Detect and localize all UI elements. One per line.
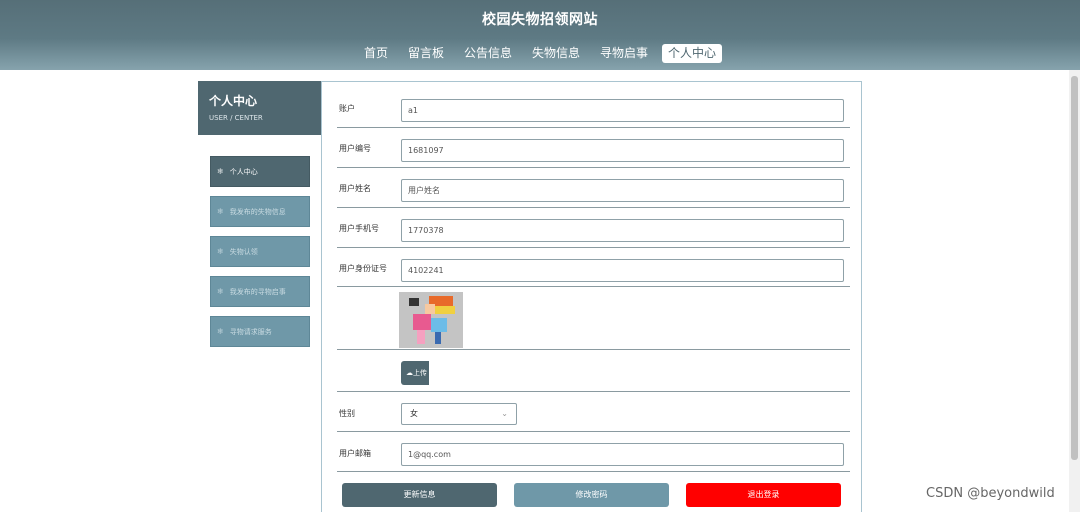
id-card-label: 用户身份证号 [339,264,387,273]
row-divider [337,391,850,392]
sidebar-header: 个人中心 USER / CENTER [198,81,322,135]
sidebar-item-my-lost-items[interactable]: ❄ 我发布的失物信息 [210,196,310,227]
row-divider [337,167,850,168]
row-divider [337,471,850,472]
user-no-label: 用户编号 [339,144,371,153]
nav-item-lost-items[interactable]: 失物信息 [526,44,586,63]
upload-button[interactable]: ☁上传 [401,361,429,385]
nav-item-personal-center[interactable]: 个人中心 [662,44,723,63]
sidebar-title: 个人中心 [209,94,258,108]
scrollbar-thumb[interactable] [1071,76,1078,460]
update-button[interactable]: 更新信息 [342,483,497,507]
snowflake-icon: ❄ [217,327,224,336]
gender-label: 性别 [339,409,355,418]
snowflake-icon: ❄ [217,287,224,296]
main-nav: 首页 留言板 公告信息 失物信息 寻物启事 个人中心 [0,44,1080,63]
snowflake-icon: ❄ [217,247,224,256]
snowflake-icon: ❄ [217,207,224,216]
gender-value: 女 [410,409,418,418]
sidebar-item-label: 我发布的寻物启事 [229,287,286,296]
row-divider [337,349,850,350]
snowflake-icon: ❄ [217,167,224,176]
id-card-input[interactable]: 4102241 [401,259,844,282]
sidebar-item-claims[interactable]: ❄ 失物认领 [210,236,310,267]
sidebar-item-my-search-notices[interactable]: ❄ 我发布的寻物启事 [210,276,310,307]
avatar-image [399,292,463,348]
email-label: 用户邮箱 [339,449,371,458]
gender-select[interactable]: 女 ⌄ [401,403,517,425]
row-divider [337,247,850,248]
user-name-input[interactable]: 用户姓名 [401,179,844,202]
row-divider [337,286,850,287]
sidebar-subtitle: USER / CENTER [209,114,263,122]
upload-label: 上传 [413,369,427,377]
account-label: 账户 [339,104,355,113]
row-divider [337,127,850,128]
change-password-button[interactable]: 修改密码 [514,483,669,507]
cloud-upload-icon: ☁ [406,369,413,377]
nav-item-home[interactable]: 首页 [358,44,394,63]
nav-item-message-board[interactable]: 留言板 [402,44,450,63]
site-title: 校园失物招领网站 [482,12,598,28]
nav-item-search-notices[interactable]: 寻物启事 [594,44,654,63]
phone-input[interactable]: 1770378 [401,219,844,242]
nav-item-announcements[interactable]: 公告信息 [458,44,518,63]
sidebar-menu: ❄ 个人中心 ❄ 我发布的失物信息 ❄ 失物认领 ❄ 我发布的寻物启事 ❄ 寻物… [210,156,310,356]
watermark: CSDN @beyondwild [926,486,1055,501]
sidebar-item-label: 失物认领 [229,247,258,256]
logout-button[interactable]: 退出登录 [686,483,841,507]
row-divider [337,207,850,208]
user-name-label: 用户姓名 [339,184,371,193]
sidebar-item-label: 我发布的失物信息 [229,207,286,216]
sidebar-item-label: 个人中心 [229,167,258,176]
site-header: 校园失物招领网站 首页 留言板 公告信息 失物信息 寻物启事 个人中心 [0,0,1080,70]
sidebar-item-label: 寻物请求服务 [229,327,272,336]
sidebar-item-search-requests[interactable]: ❄ 寻物请求服务 [210,316,310,347]
chevron-down-icon: ⌄ [501,409,508,418]
email-input[interactable]: 1@qq.com [401,443,844,466]
row-divider [337,431,850,432]
phone-label: 用户手机号 [339,224,379,233]
sidebar-item-personal-center[interactable]: ❄ 个人中心 [210,156,310,187]
user-no-input[interactable]: 1681097 [401,139,844,162]
account-input[interactable]: a1 [401,99,844,122]
